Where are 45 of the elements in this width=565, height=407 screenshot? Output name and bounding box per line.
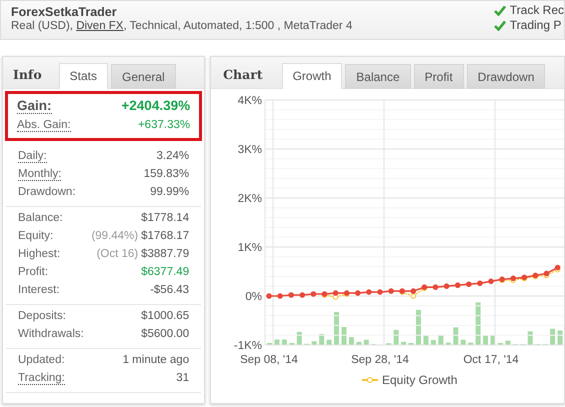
stat-value: $5600.00 — [141, 328, 190, 340]
stat-label: Equity: — [18, 230, 54, 242]
verification-label: Trading P — [510, 18, 562, 32]
account-details: Real (USD), Diven FX, Technical, Automated, 1:500 , MetaTrader 4 — [11, 20, 352, 32]
axis-label: 2K% — [238, 193, 262, 205]
stat-label: Gain: — [17, 98, 52, 114]
stat-note: (Oct 16) — [96, 248, 138, 260]
stat-label: Daily: — [18, 150, 47, 163]
stat-label: Withdrawals: — [18, 328, 84, 340]
stat-value: -$56.43 — [150, 284, 190, 296]
axis-label: 4K% — [238, 95, 262, 107]
axis-label: Sep 28, '14 — [351, 354, 409, 366]
stat-value: 159.83% — [144, 168, 190, 180]
panel-heading: Info — [13, 67, 42, 82]
stat-label: Deposits: — [18, 310, 66, 322]
stat-value: $1768.17 — [141, 230, 190, 242]
axis-label: 3K% — [238, 144, 262, 156]
stat-value: $1000.65 — [141, 310, 190, 322]
stat-value: 99.99% — [150, 186, 190, 198]
stat-value: 1 minute ago — [122, 354, 190, 366]
stat-value: $3887.79 — [141, 248, 190, 260]
stat-value: $1778.14 — [141, 212, 190, 224]
stat-note: (99.44%) — [91, 230, 138, 242]
stat-label: Balance: — [18, 212, 63, 224]
stat-label: Profit: — [18, 266, 48, 278]
stat-value: 3.24% — [156, 150, 190, 162]
stat-label: Updated: — [18, 354, 65, 366]
stat-label: Drawdown: — [18, 186, 76, 198]
stat-value: $6377.49 — [141, 266, 190, 278]
stat-value: +637.33% — [138, 119, 190, 131]
panel-heading: Chart — [223, 67, 263, 82]
axis-label: 1K% — [238, 242, 262, 254]
axis-label: Sep 08, '14 — [240, 354, 298, 366]
axis-label: 0% — [245, 291, 262, 303]
stat-label: Abs. Gain: — [17, 119, 71, 132]
stat-label: Interest: — [18, 284, 60, 296]
stat-value: 31 — [176, 372, 190, 384]
axis-label: -1K% — [234, 340, 262, 352]
verification-label: Track Rec — [510, 3, 564, 17]
stat-value: +2404.39% — [121, 98, 190, 113]
stat-label: Monthly: — [18, 168, 62, 181]
stat-label: Tracking: — [18, 372, 65, 385]
axis-label: Oct 17, '14 — [463, 354, 519, 366]
account-title: ForexSetkaTrader — [11, 5, 118, 19]
stat-label: Highest: — [18, 248, 60, 260]
